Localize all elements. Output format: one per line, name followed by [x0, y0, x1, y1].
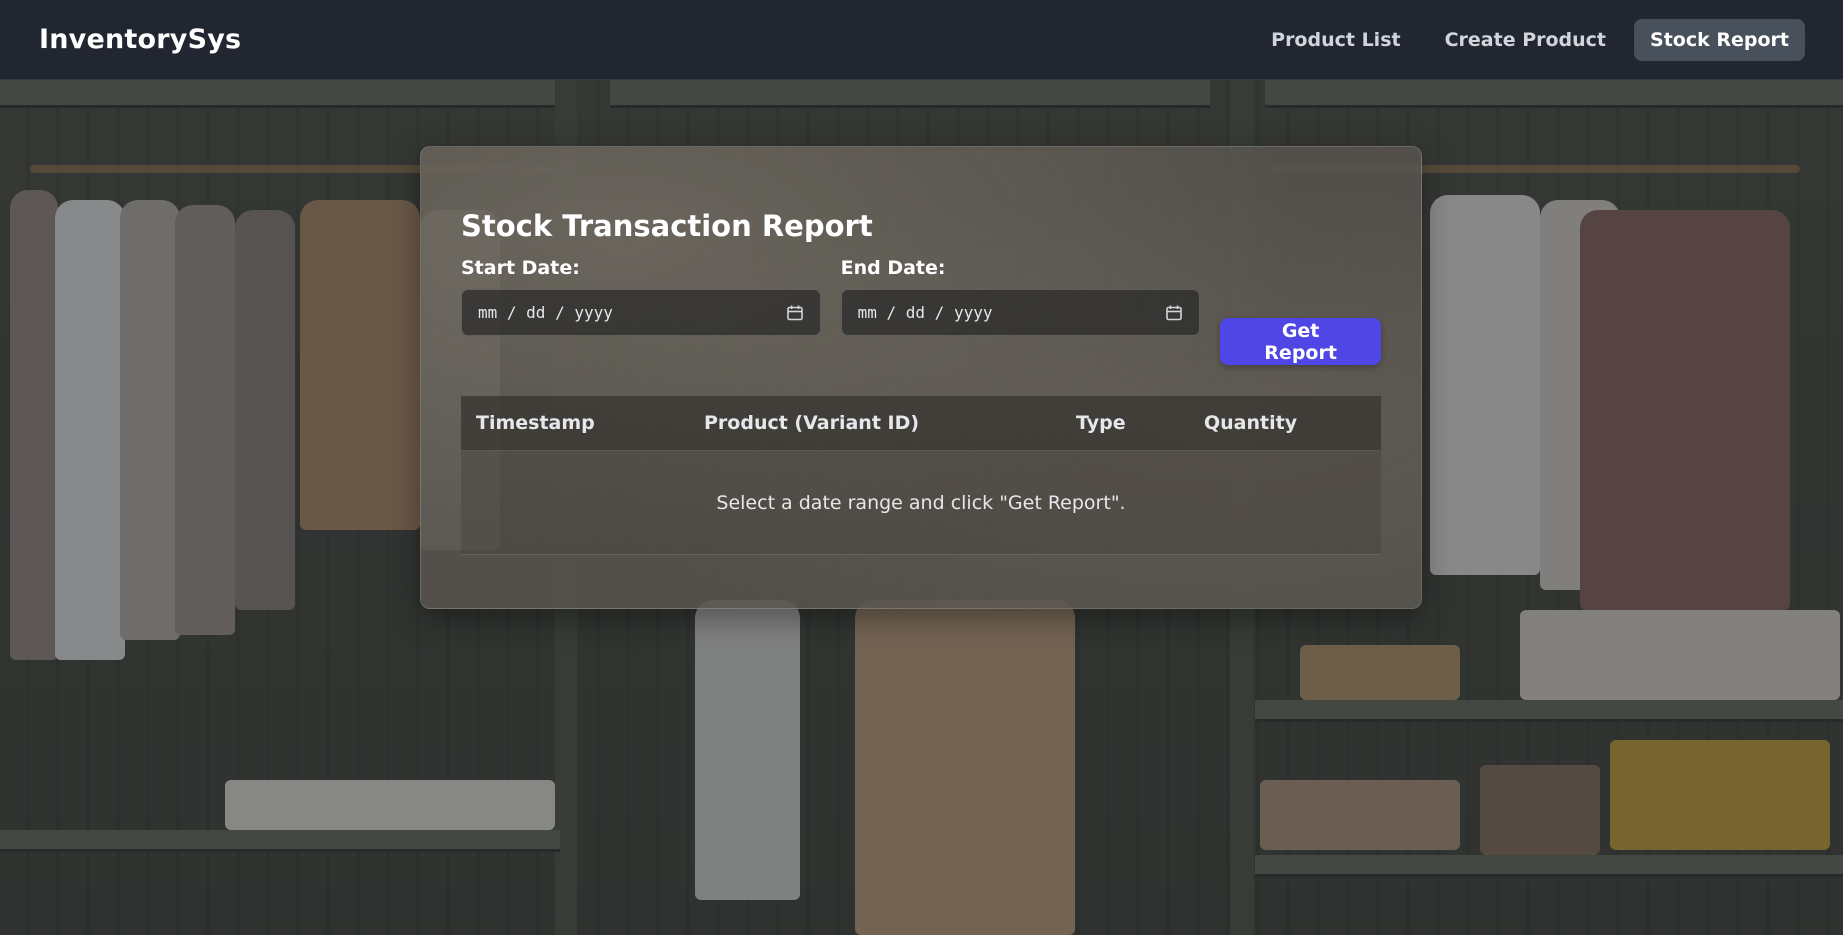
calendar-icon[interactable]	[1165, 304, 1183, 322]
calendar-icon[interactable]	[786, 304, 804, 322]
start-date-placeholder: mm / dd / yyyy	[478, 303, 613, 322]
column-header-type[interactable]: Type	[1061, 396, 1189, 451]
end-date-label: End Date:	[840, 257, 946, 279]
column-header-quantity[interactable]: Quantity	[1189, 396, 1381, 451]
date-range-form: Start Date: mm / dd / yyyy End Date: mm …	[461, 257, 1381, 365]
transactions-table-wrapper: Timestamp Product (Variant ID) Type Quan…	[461, 396, 1381, 555]
end-date-placeholder: mm / dd / yyyy	[857, 303, 993, 322]
nav-link-product-list[interactable]: Product List	[1255, 19, 1416, 61]
start-date-field: Start Date: mm / dd / yyyy	[461, 257, 821, 336]
page-title: Stock Transaction Report	[461, 209, 873, 243]
nav-link-stock-report[interactable]: Stock Report	[1634, 18, 1805, 61]
empty-state-message: Select a date range and click "Get Repor…	[716, 491, 1126, 514]
column-header-product[interactable]: Product (Variant ID)	[689, 396, 1061, 451]
get-report-button[interactable]: Get Report	[1220, 318, 1381, 365]
brand-logo[interactable]: InventorySys	[39, 24, 241, 55]
transactions-table: Timestamp Product (Variant ID) Type Quan…	[461, 396, 1381, 555]
column-header-timestamp[interactable]: Timestamp	[461, 396, 689, 451]
table-row: Select a date range and click "Get Repor…	[461, 450, 1381, 555]
start-date-input[interactable]: mm / dd / yyyy	[461, 289, 821, 336]
nav-links: Product List Create Product Stock Report	[1255, 18, 1805, 61]
end-date-input[interactable]: mm / dd / yyyy	[840, 289, 1201, 336]
report-card: Stock Transaction Report Start Date: mm …	[420, 146, 1422, 609]
end-date-field: End Date: mm / dd / yyyy	[840, 257, 1201, 336]
nav-link-create-product[interactable]: Create Product	[1429, 19, 1622, 61]
top-navbar: InventorySys Product List Create Product…	[0, 0, 1843, 80]
start-date-label: Start Date:	[461, 257, 580, 279]
table-header-row: Timestamp Product (Variant ID) Type Quan…	[461, 396, 1381, 451]
